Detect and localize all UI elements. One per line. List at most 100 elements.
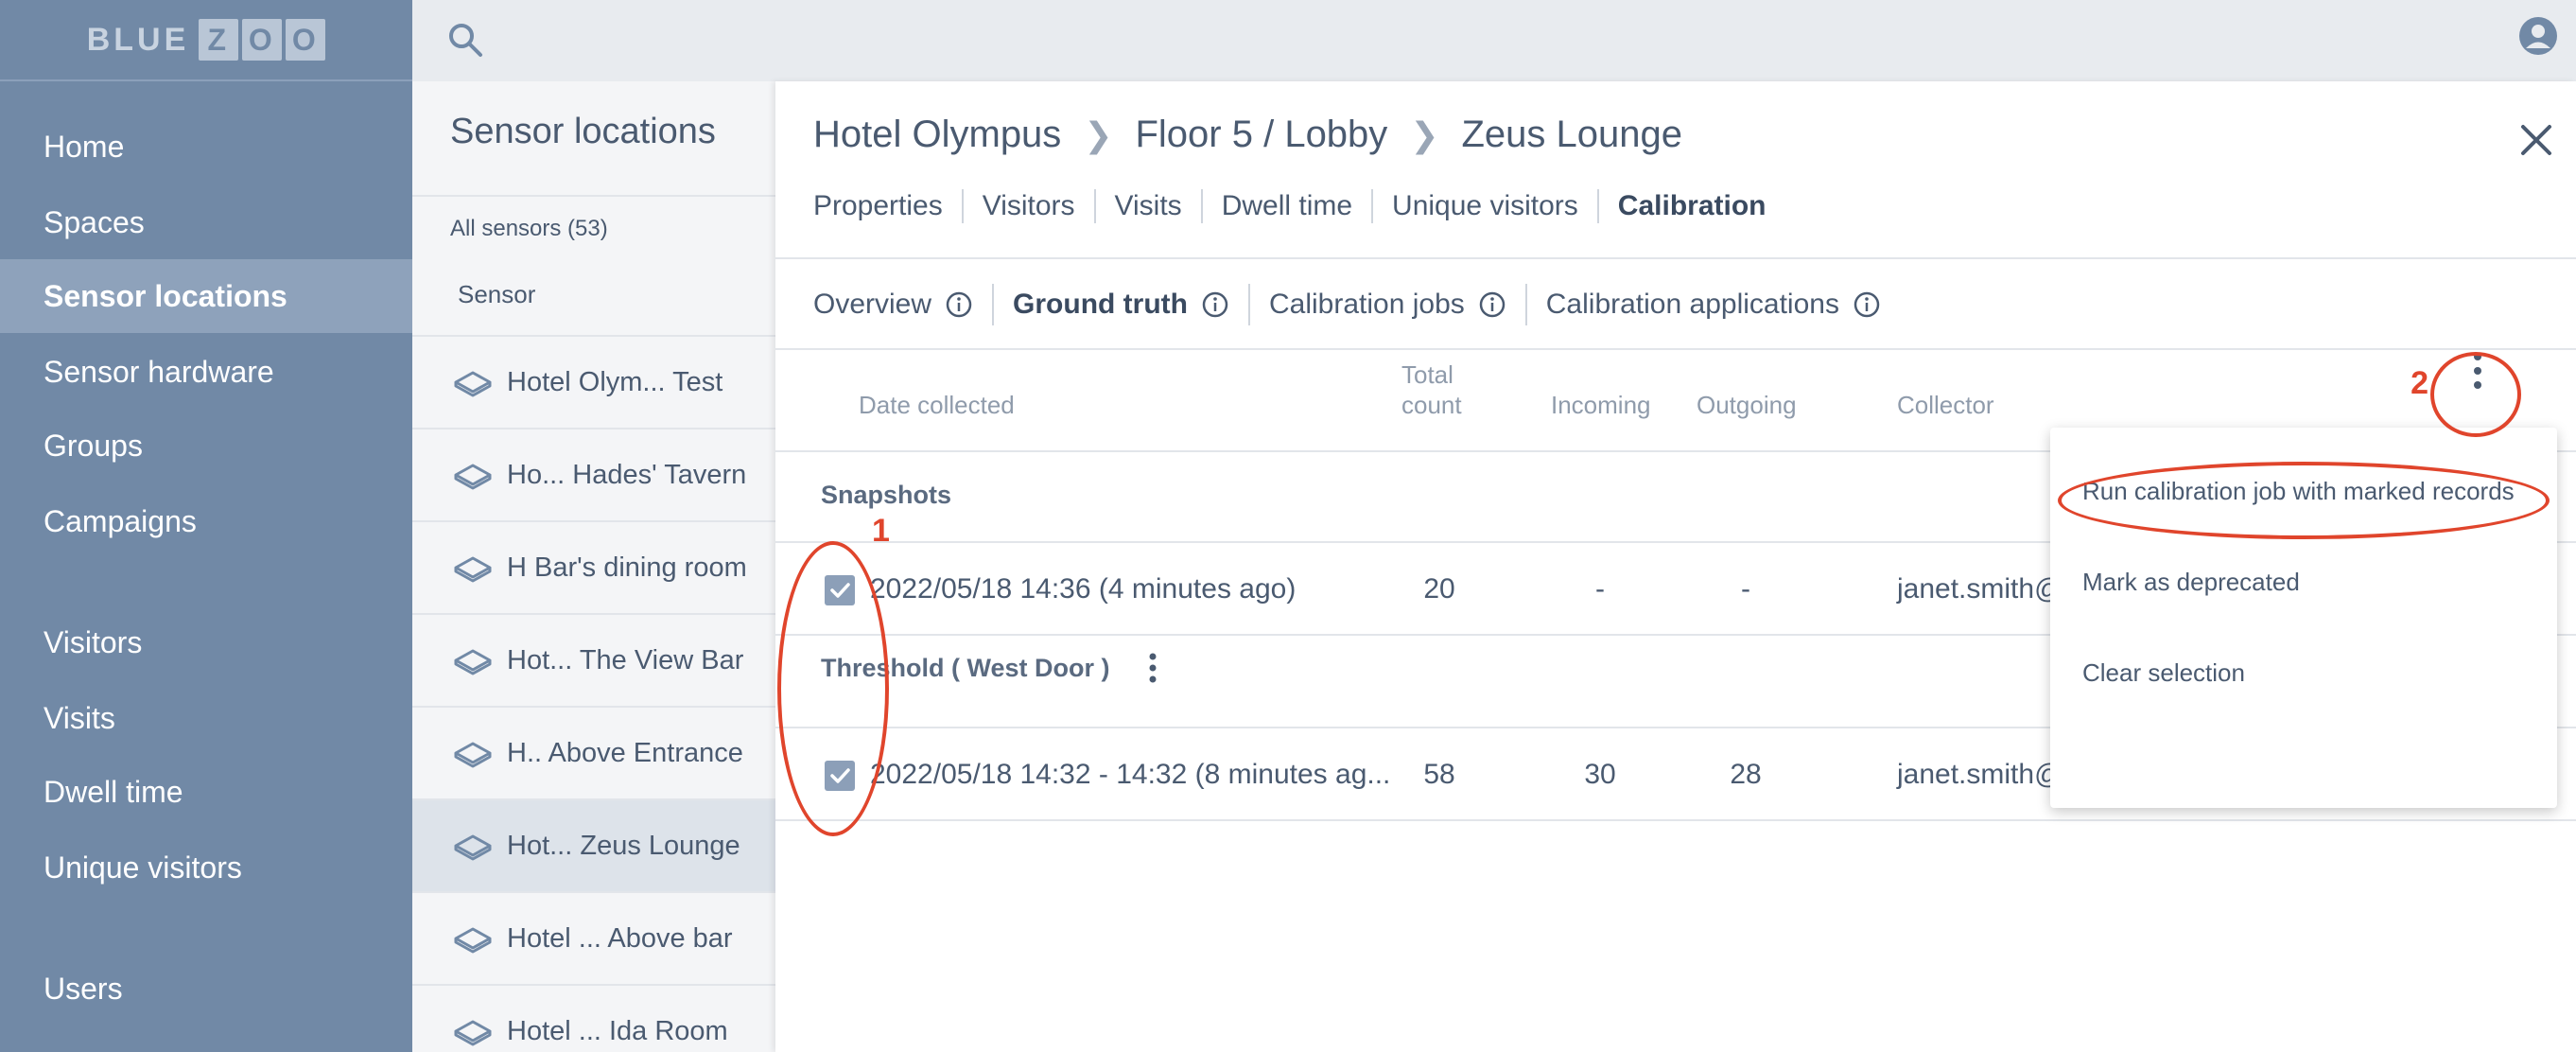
sensor-name: Hotel ... Ida Room [507, 1015, 728, 1046]
section-threshold: Threshold ( West Door ) [821, 651, 1159, 685]
sensor-name: Hotel ... Above bar [507, 922, 733, 954]
nav-item-dwell-time[interactable]: Dwell time [0, 755, 412, 829]
more-vertical-icon[interactable] [1146, 651, 1159, 685]
subtab-calibration-applications[interactable]: Calibration applications [1524, 284, 1900, 325]
annotation-number: 1 [872, 513, 890, 549]
row-checkbox[interactable] [825, 761, 855, 791]
breadcrumb-floor[interactable]: Floor 5 / Lobby [1135, 114, 1387, 156]
tab-unique-visitors[interactable]: Unique visitors [1371, 189, 1597, 223]
nav-item-sensor-locations[interactable]: Sensor locations [0, 259, 412, 333]
sensor-name: Ho... Hades' Tavern [507, 459, 747, 490]
cell-total: 58 [1423, 759, 1455, 790]
nav-item-groups[interactable]: Groups [0, 409, 412, 482]
sensor-name: H Bar's dining room [507, 552, 747, 583]
left-nav: BLUE Z O O Home Spaces Sensor locations … [0, 0, 412, 1052]
info-icon[interactable] [1478, 290, 1506, 319]
tab-dwell-time[interactable]: Dwell time [1200, 189, 1371, 223]
list-item[interactable]: Hotel ... Above bar [412, 891, 775, 984]
tab-visits[interactable]: Visits [1093, 189, 1201, 223]
column-header-outgoing[interactable]: Outgoing [1697, 390, 1797, 420]
cell-date: 2022/05/18 14:36 (4 minutes ago) [870, 573, 1297, 605]
sensor-name: H.. Above Entrance [507, 737, 743, 768]
list-item[interactable]: H.. Above Entrance [412, 706, 775, 798]
checkmark-icon [830, 768, 850, 783]
column-header-date[interactable]: Date collected [859, 390, 1015, 420]
cell-outgoing: - [1741, 573, 1750, 605]
nav-item-sensor-hardware[interactable]: Sensor hardware [0, 335, 412, 409]
sensor-icon [454, 1020, 492, 1046]
sensor-icon [454, 834, 492, 861]
cell-date: 2022/05/18 14:32 - 14:32 (8 minutes ag..… [870, 759, 1391, 790]
info-icon[interactable] [945, 290, 973, 319]
sensor-icon [454, 927, 492, 954]
cell-outgoing: 28 [1730, 759, 1762, 790]
user-account-icon[interactable] [2517, 15, 2559, 57]
logo-letter: Z [199, 19, 239, 61]
nav-item-spaces[interactable]: Spaces [0, 185, 412, 259]
list-item-selected[interactable]: Hot... Zeus Lounge [412, 798, 775, 891]
checkmark-icon [830, 583, 850, 598]
menu-item-run-calibration[interactable]: Run calibration job with marked records [2082, 477, 2515, 506]
nav-item-campaigns[interactable]: Campaigns [0, 484, 412, 558]
tab-bar: Properties Visitors Visits Dwell time Un… [813, 189, 1784, 223]
nav-item-users[interactable]: Users [0, 952, 412, 1026]
logo-letter: O [286, 19, 326, 61]
list-item[interactable]: Hot... The View Bar [412, 613, 775, 706]
close-icon[interactable] [2514, 117, 2559, 163]
row-checkbox[interactable] [825, 575, 855, 605]
sensor-name: Hotel Olym... Test [507, 366, 723, 397]
subtab-ground-truth[interactable]: Ground truth [992, 284, 1248, 325]
actions-menu: Run calibration job with marked records … [2050, 428, 2557, 808]
list-item[interactable]: Hotel ... Ida Room [412, 984, 775, 1052]
column-header-total[interactable]: Total count [1401, 359, 1462, 420]
logo[interactable]: BLUE Z O O [0, 0, 412, 81]
divider [775, 257, 2576, 259]
sensor-icon [454, 742, 492, 768]
section-snapshots: Snapshots [821, 481, 951, 510]
sensor-list-panel: Sensor locations All sensors (53) Sensor… [412, 81, 775, 1052]
detail-panel: Hotel Olympus ❯ Floor 5 / Lobby ❯ Zeus L… [775, 81, 2576, 1052]
list-item[interactable]: Hotel Olym... Test [412, 335, 775, 428]
info-icon[interactable] [1201, 290, 1229, 319]
tab-calibration[interactable]: Calibration [1596, 189, 1785, 223]
section-title: Snapshots [821, 481, 952, 509]
subtab-label: Overview [813, 289, 932, 320]
chevron-right-icon: ❯ [1084, 114, 1113, 154]
nav-item-home[interactable]: Home [0, 110, 412, 184]
sensor-count: All sensors (53) [450, 216, 608, 241]
subtab-overview[interactable]: Overview [813, 284, 992, 325]
nav-item-visitors[interactable]: Visitors [0, 605, 412, 679]
nav-item-unique-visitors[interactable]: Unique visitors [0, 831, 412, 904]
list-item[interactable]: H Bar's dining room [412, 520, 775, 613]
column-header-collector[interactable]: Collector [1897, 390, 1994, 420]
tab-visitors[interactable]: Visitors [961, 189, 1094, 223]
divider [775, 819, 2576, 821]
tab-properties[interactable]: Properties [813, 189, 962, 223]
list-item[interactable]: Ho... Hades' Tavern [412, 428, 775, 520]
subtab-calibration-jobs[interactable]: Calibration jobs [1247, 284, 1525, 325]
divider [775, 348, 2576, 350]
chevron-right-icon: ❯ [1410, 114, 1439, 154]
info-icon[interactable] [1853, 290, 1881, 319]
breadcrumb-location: Zeus Lounge [1461, 114, 1682, 155]
column-header-total-line1: Total [1401, 360, 1453, 389]
sensor-list-title: Sensor locations [450, 112, 716, 151]
search-icon[interactable] [444, 19, 486, 61]
nav-item-visits[interactable]: Visits [0, 681, 412, 755]
sensor-name: Hot... Zeus Lounge [507, 830, 740, 861]
subtab-label: Ground truth [1013, 289, 1188, 320]
menu-item-mark-deprecated[interactable]: Mark as deprecated [2082, 568, 2300, 597]
menu-item-clear-selection[interactable]: Clear selection [2082, 658, 2245, 688]
sensor-column-header[interactable]: Sensor [458, 280, 535, 309]
logo-letter: O [242, 19, 283, 61]
logo-word: BLUE [86, 21, 190, 58]
breadcrumb-hotel[interactable]: Hotel Olympus [813, 114, 1061, 156]
cell-incoming: 30 [1584, 759, 1616, 790]
sensor-icon [454, 649, 492, 675]
more-vertical-icon[interactable] [2468, 350, 2487, 392]
sensor-icon [454, 556, 492, 583]
subtab-bar: Overview Ground truth Calibration jobs C… [813, 284, 1900, 325]
column-header-incoming[interactable]: Incoming [1551, 390, 1651, 420]
section-title: Threshold ( West Door ) [821, 653, 1110, 682]
subtab-label: Calibration jobs [1268, 289, 1465, 320]
